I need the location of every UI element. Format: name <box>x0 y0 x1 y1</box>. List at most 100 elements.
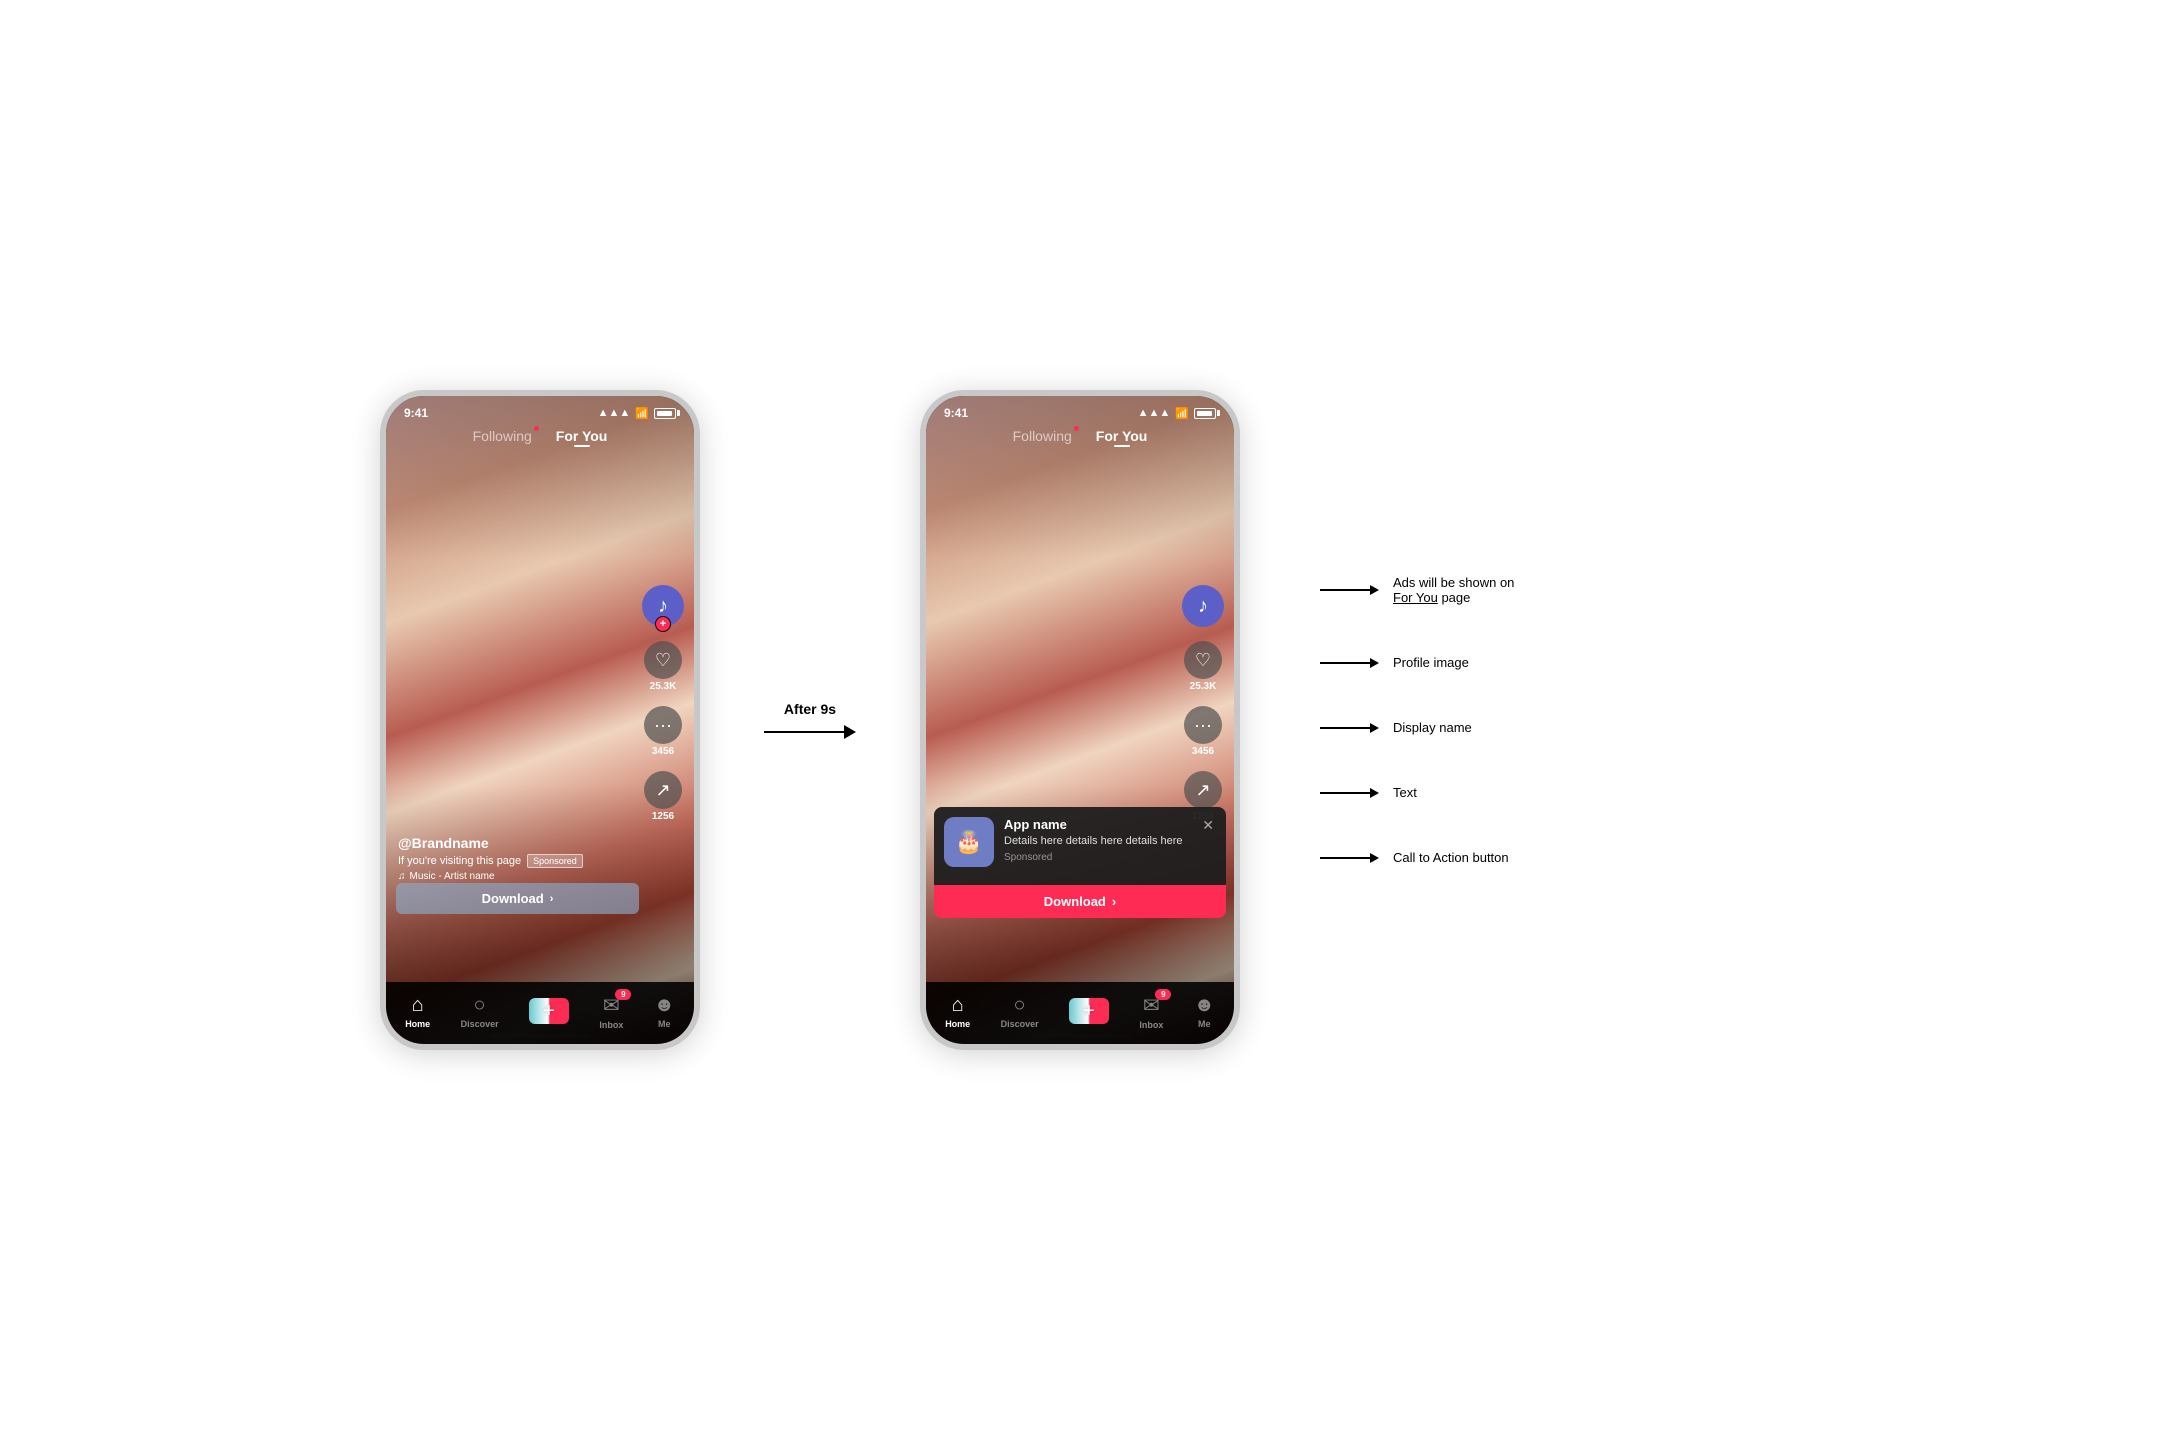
sponsored-badge-1: Sponsored <box>527 854 583 868</box>
profile-button-1[interactable]: ♪ + <box>642 585 684 627</box>
share-icon-2: ↗ <box>1184 771 1222 809</box>
annotation-text-profile: Profile image <box>1393 655 1469 670</box>
home-icon-2: ⌂ <box>952 994 964 1017</box>
tab-following-2[interactable]: Following <box>1013 428 1072 444</box>
download-bar-1[interactable]: Download › <box>396 883 639 914</box>
like-count-1: 25.3K <box>650 681 677 692</box>
heart-icon-1: ♡ <box>644 641 682 679</box>
comment-icon-2: ··· <box>1184 706 1222 744</box>
tab-for-you-1[interactable]: For You <box>556 428 608 444</box>
bottom-info-1: @Brandname If you're visiting this page … <box>398 835 583 882</box>
content-area-1: ♪ + ♡ 25.3K ··· 3456 ↗ 1256 <box>386 450 694 982</box>
phone-2: 9:41 ▲▲▲ 📶 Following For You <box>920 390 1240 1050</box>
arrow-head <box>844 725 856 739</box>
ad-sponsored-label: Sponsored <box>1004 852 1190 863</box>
ad-card-header: 🎂 App name Details here details here det… <box>944 817 1216 867</box>
nav-tabs-2: Following For You <box>926 424 1234 450</box>
comment-icon-1: ··· <box>644 706 682 744</box>
annotation-text-text: Text <box>1393 785 1417 800</box>
ann-arrow-profile <box>1320 658 1379 668</box>
nav-inbox-1[interactable]: ✉ 9 Inbox <box>599 993 623 1030</box>
ad-description: Details here details here details here <box>1004 834 1190 849</box>
following-dot-2 <box>1074 426 1079 431</box>
like-count-2: 25.3K <box>1190 681 1217 692</box>
nav-me-2[interactable]: ☻ Me <box>1194 994 1215 1029</box>
arrow-line <box>764 725 856 739</box>
nav-add-1[interactable] <box>529 998 569 1024</box>
ad-text-block: App name Details here details here detai… <box>1004 817 1190 863</box>
ad-download-button[interactable]: Download › <box>934 885 1226 918</box>
add-button-2[interactable] <box>1069 998 1109 1024</box>
status-icons: ▲▲▲ 📶 <box>598 407 676 420</box>
annotations-panel: Ads will be shown onFor You page Profile… <box>1320 575 1514 865</box>
phone-1: 9:41 ▲▲▲ 📶 Following For You <box>380 390 700 1050</box>
bottom-nav-2: ⌂ Home ○ Discover ✉ 9 Inbox ☻ Me <box>926 982 1234 1044</box>
nav-home-1[interactable]: ⌂ Home <box>405 994 430 1029</box>
share-icon-1: ↗ <box>644 771 682 809</box>
ad-card: 🎂 App name Details here details here det… <box>934 807 1226 885</box>
nav-discover-2[interactable]: ○ Discover <box>1001 994 1039 1029</box>
battery-icon-2 <box>1194 408 1216 419</box>
action-buttons-2: ♪ ♡ 25.3K ··· 3456 ↗ 1256 <box>1182 585 1224 822</box>
like-action-2[interactable]: ♡ 25.3K <box>1184 641 1222 692</box>
annotation-text-for-you: Ads will be shown onFor You page <box>1393 575 1514 605</box>
nav-discover-1[interactable]: ○ Discover <box>461 994 499 1029</box>
ann-arrow-display-name <box>1320 723 1379 733</box>
inbox-badge-1: 9 <box>615 989 631 1000</box>
status-time-2: 9:41 <box>944 406 968 420</box>
add-button-1[interactable] <box>529 998 569 1024</box>
comment-count-1: 3456 <box>652 746 674 757</box>
profile-button-2[interactable]: ♪ <box>1182 585 1224 627</box>
ann-arrow-cta <box>1320 853 1379 863</box>
annotation-profile: Profile image <box>1320 655 1514 670</box>
arrow-label: After 9s <box>784 701 836 717</box>
heart-icon-2: ♡ <box>1184 641 1222 679</box>
like-action-1[interactable]: ♡ 25.3K <box>644 641 682 692</box>
status-time: 9:41 <box>404 406 428 420</box>
nav-inbox-2[interactable]: ✉ 9 Inbox <box>1139 993 1163 1030</box>
status-bar-1: 9:41 ▲▲▲ 📶 <box>386 396 694 424</box>
status-icons-2: ▲▲▲ 📶 <box>1138 407 1216 420</box>
caption-1: If you're visiting this page Sponsored <box>398 854 583 868</box>
ann-arrow-text <box>1320 788 1379 798</box>
phone-1-screen: 9:41 ▲▲▲ 📶 Following For You <box>386 396 694 1044</box>
download-chevron-1: › <box>550 893 554 905</box>
tiktok-icon-2: ♪ <box>1198 595 1208 618</box>
nav-me-1[interactable]: ☻ Me <box>654 994 675 1029</box>
music-1: ♫ Music - Artist name <box>398 871 583 882</box>
nav-add-2[interactable] <box>1069 998 1109 1024</box>
share-action-1[interactable]: ↗ 1256 <box>644 771 682 822</box>
ann-arrow-for-you <box>1320 585 1379 595</box>
annotation-display-name: Display name <box>1320 720 1514 735</box>
bottom-nav-1: ⌂ Home ○ Discover ✉ 9 Inbox ☻ Me <box>386 982 694 1044</box>
following-dot <box>534 426 539 431</box>
comment-action-1[interactable]: ··· 3456 <box>644 706 682 757</box>
annotation-text-label: Text <box>1320 785 1514 800</box>
ad-overlay: 🎂 App name Details here details here det… <box>934 807 1226 918</box>
action-buttons-1: ♪ + ♡ 25.3K ··· 3456 ↗ 1256 <box>642 585 684 822</box>
comment-action-2[interactable]: ··· 3456 <box>1184 706 1222 757</box>
tiktok-icon-1: ♪ <box>658 595 668 618</box>
username-1: @Brandname <box>398 835 583 851</box>
battery-icon <box>654 408 676 419</box>
wifi-icon: 📶 <box>635 407 649 420</box>
ad-app-icon: 🎂 <box>944 817 994 867</box>
transition-arrow: After 9s <box>760 701 860 739</box>
follow-plus-badge: + <box>655 616 671 632</box>
tab-following-1[interactable]: Following <box>473 428 532 444</box>
ad-close-button[interactable]: ✕ <box>1200 817 1216 834</box>
share-count-1: 1256 <box>652 811 674 822</box>
signal-icon: ▲▲▲ <box>598 407 631 419</box>
signal-icon-2: ▲▲▲ <box>1138 407 1171 419</box>
arrow-shaft <box>764 731 844 733</box>
ad-download-chevron: › <box>1112 894 1116 909</box>
annotation-for-you: Ads will be shown onFor You page <box>1320 575 1514 605</box>
profile-icon-1: ☻ <box>654 994 675 1017</box>
nav-home-2[interactable]: ⌂ Home <box>945 994 970 1029</box>
comment-count-2: 3456 <box>1192 746 1214 757</box>
tab-for-you-2[interactable]: For You <box>1096 428 1148 444</box>
nav-tabs-1: Following For You <box>386 424 694 450</box>
profile-icon-2: ☻ <box>1194 994 1215 1017</box>
content-area-2: ♪ ♡ 25.3K ··· 3456 ↗ 1256 <box>926 450 1234 982</box>
annotation-text-cta: Call to Action button <box>1393 850 1509 865</box>
